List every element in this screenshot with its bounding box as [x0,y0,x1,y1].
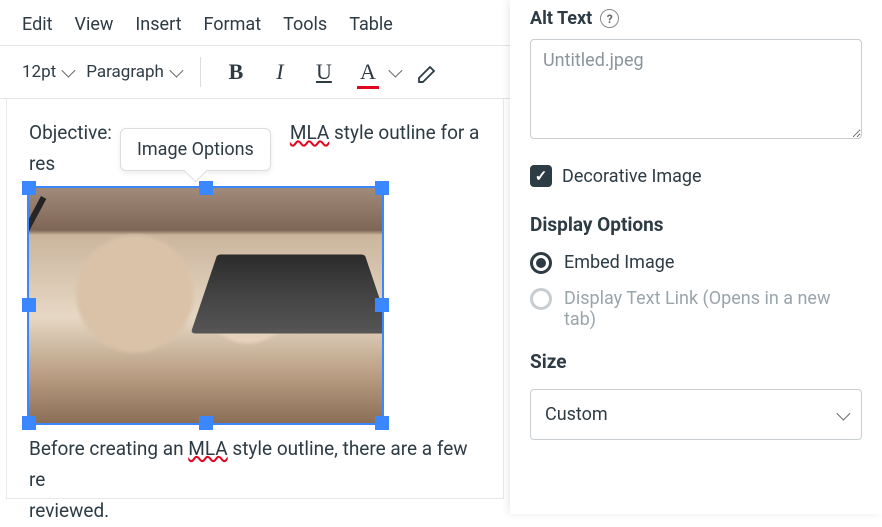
chevron-down-icon [388,64,402,78]
tooltip-label: Image Options [137,139,254,160]
display-text-link-radio[interactable]: Display Text Link (Opens in a new tab) [530,288,862,330]
menu-edit[interactable]: Edit [22,14,52,35]
size-label: Size [530,350,862,373]
decorative-image-checkbox[interactable]: ✓ Decorative Image [530,165,862,187]
radio-unselected-icon [530,288,552,310]
toolbar-divider [200,57,201,87]
image-options-tooltip[interactable]: Image Options [120,128,271,171]
underline-button[interactable]: U [309,57,339,87]
alt-text-label: Alt Text ? [530,0,862,29]
resize-handle-n[interactable] [199,181,213,195]
menu-insert[interactable]: Insert [135,14,181,35]
menu-view[interactable]: View [74,14,113,35]
editor-pane: Edit View Insert Format Tools Table 12pt… [0,0,510,514]
spellcheck-mark: MLA [290,121,329,144]
font-size-value: 12pt [22,62,56,82]
menubar: Edit View Insert Format Tools Table [0,0,510,45]
bold-button[interactable]: B [221,57,251,87]
size-value: Custom [545,404,608,425]
highlight-button[interactable] [413,57,443,87]
radio-selected-icon [530,252,552,274]
size-select[interactable]: Custom [530,389,862,440]
image-placeholder [29,188,382,423]
resize-handle-nw[interactable] [22,181,36,195]
display-text-link-label: Display Text Link (Opens in a new tab) [564,288,862,330]
paragraph-3: reviewed. [29,495,481,526]
chevron-down-icon [62,64,76,78]
block-format-value: Paragraph [86,62,164,82]
menu-table[interactable]: Table [349,14,393,35]
resize-handle-ne[interactable] [375,181,389,195]
decorative-image-label: Decorative Image [562,166,702,187]
block-format-select[interactable]: Paragraph [86,62,180,82]
text-color-button[interactable]: A [353,57,399,87]
display-options-title: Display Options [530,213,862,236]
resize-handle-se[interactable] [375,416,389,430]
resize-handle-w[interactable] [22,298,36,312]
toolbar: 12pt Paragraph B I U A [0,45,510,99]
resize-handle-sw[interactable] [22,416,36,430]
embed-image-radio[interactable]: Embed Image [530,252,862,274]
menu-tools[interactable]: Tools [283,14,327,35]
image-options-panel: Alt Text ? ✓ Decorative Image Display Op… [510,0,882,514]
italic-button[interactable]: I [265,57,295,87]
resize-handle-e[interactable] [375,298,389,312]
paragraph-2: Before creating an MLA style outline, th… [29,433,481,496]
resize-handle-s[interactable] [199,416,213,430]
font-size-select[interactable]: 12pt [22,62,72,82]
chevron-down-icon [836,406,850,420]
checkbox-checked-icon: ✓ [530,165,552,187]
help-icon[interactable]: ? [600,9,619,28]
chevron-down-icon [169,64,183,78]
alt-text-input[interactable] [530,39,862,139]
embed-image-label: Embed Image [564,252,674,273]
menu-format[interactable]: Format [204,14,262,35]
spellcheck-mark: MLA [188,437,227,460]
selected-image[interactable] [29,188,382,423]
marker-icon [416,60,440,84]
